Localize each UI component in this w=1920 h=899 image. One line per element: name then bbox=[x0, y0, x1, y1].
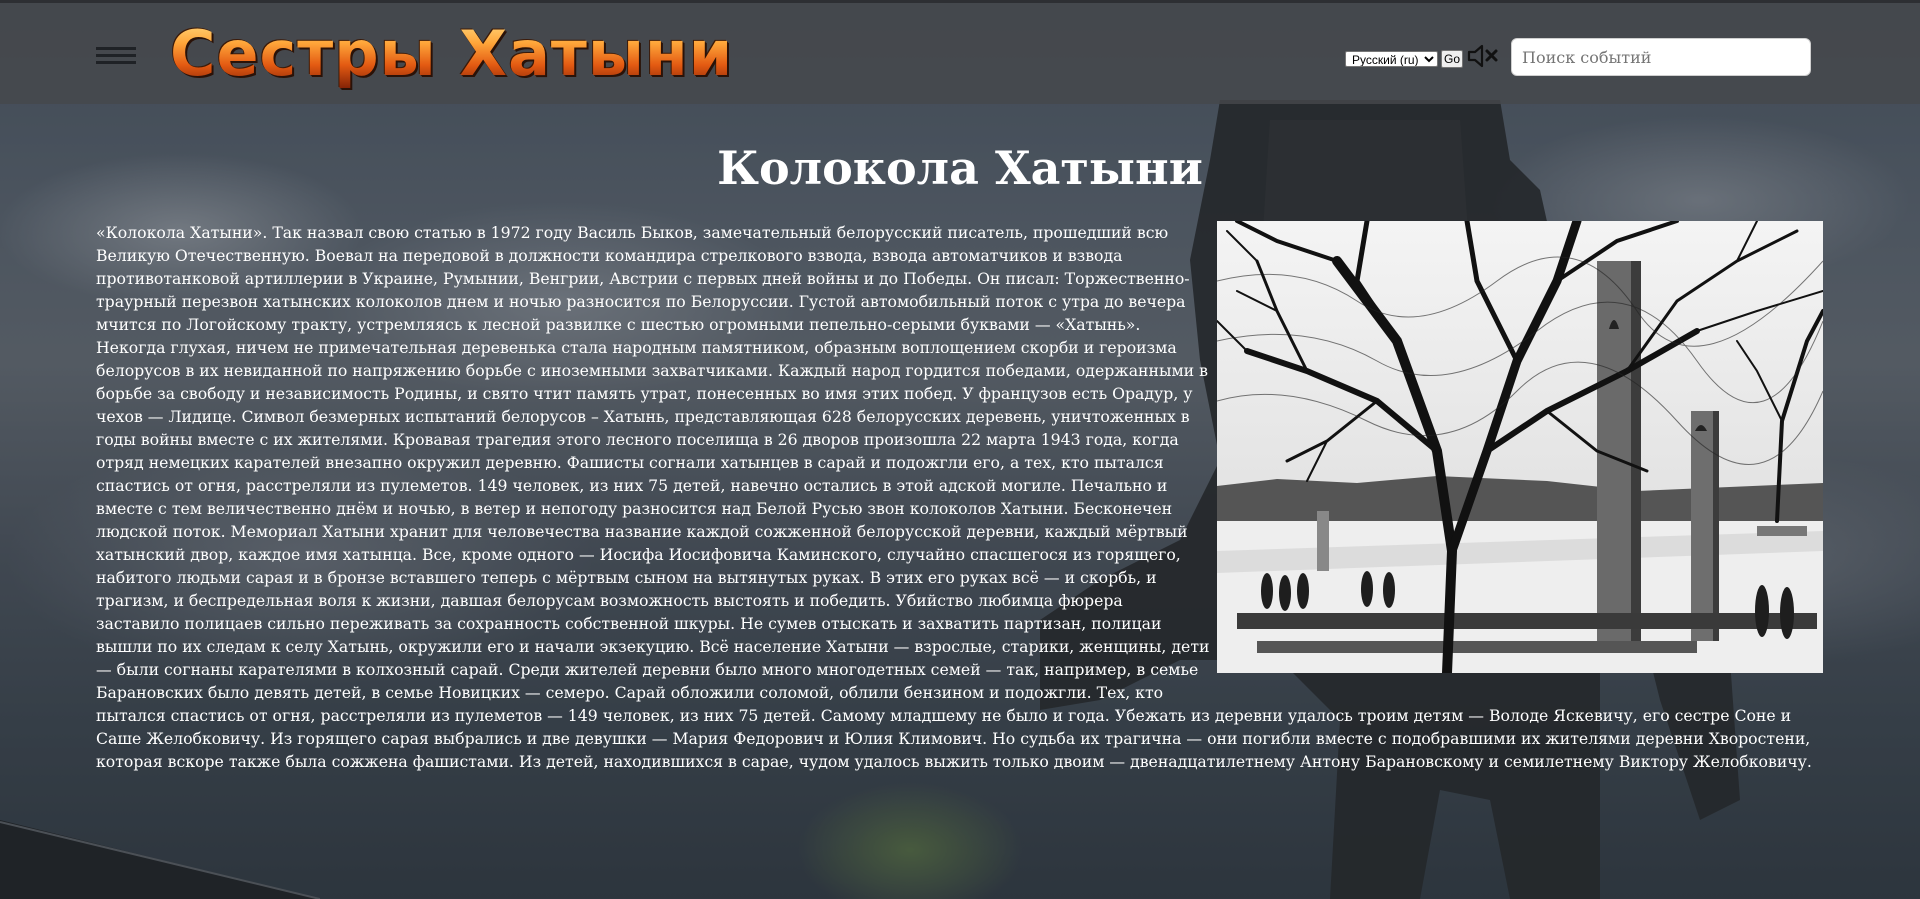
top-navigation-bar: Сестры Хатыни Русский (ru) Go bbox=[0, 0, 1920, 104]
photo-spacer bbox=[1210, 221, 1826, 687]
page-title: Колокола Хатыни bbox=[717, 141, 1203, 195]
language-select[interactable]: Русский (ru) bbox=[1345, 51, 1438, 67]
article-body: «Колокола Хатыни». Так назвал свою стать… bbox=[96, 221, 1826, 773]
language-switcher: Русский (ru) Go bbox=[1345, 50, 1464, 68]
go-button[interactable]: Go bbox=[1441, 50, 1464, 68]
site-logo[interactable]: Сестры Хатыни bbox=[170, 17, 733, 91]
event-search-input[interactable] bbox=[1511, 38, 1811, 76]
hamburger-menu-icon[interactable] bbox=[96, 47, 136, 65]
speaker-muted-icon[interactable] bbox=[1467, 44, 1499, 68]
